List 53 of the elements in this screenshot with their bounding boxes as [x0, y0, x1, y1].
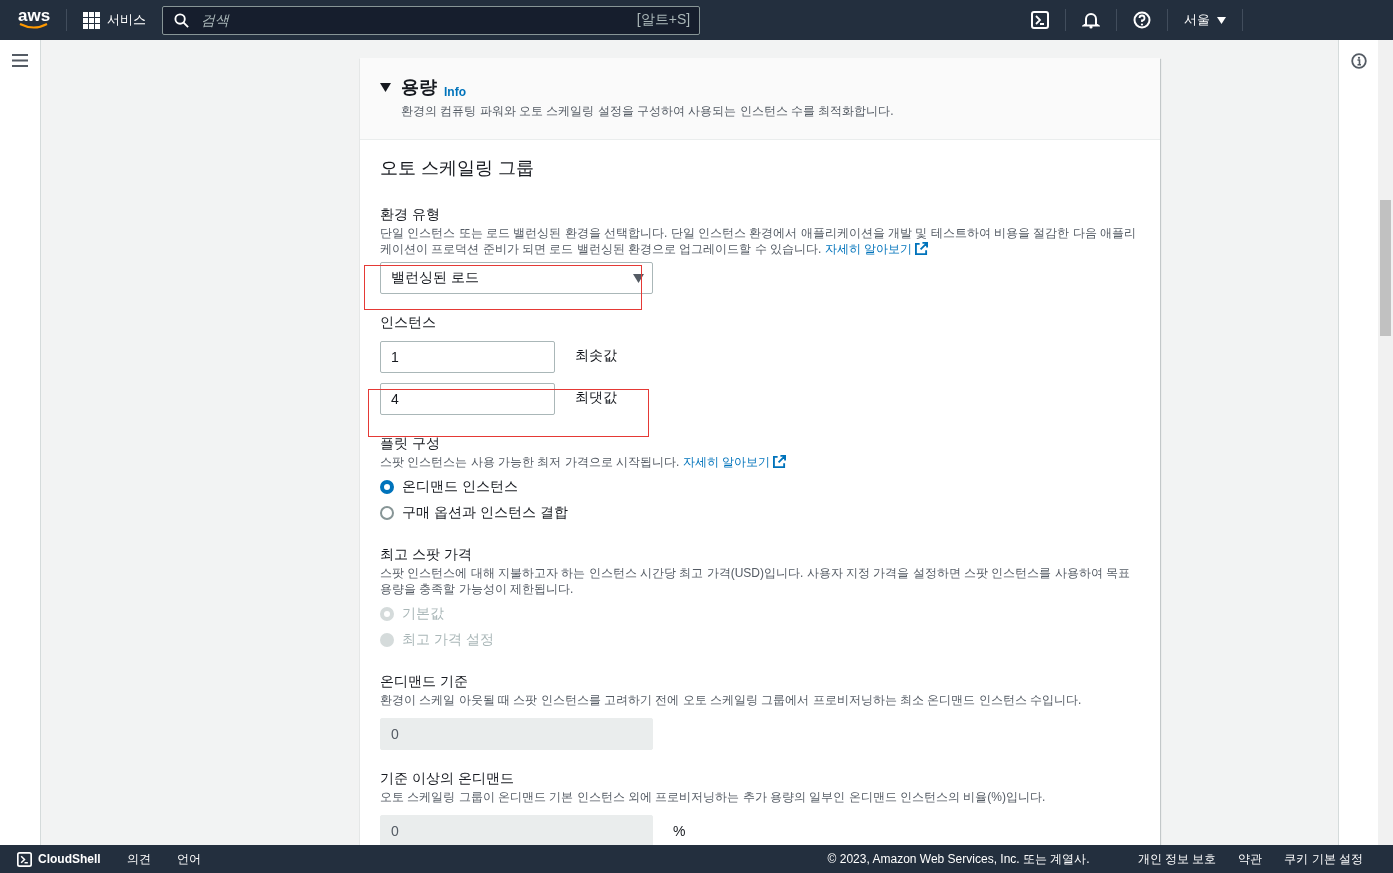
- shortcut-hint: [알트+S]: [636, 11, 691, 29]
- field-description: 스팟 인스턴스는 사용 가능한 최저 가격으로 시작됩니다. 자세히 알아보기: [380, 454, 1140, 470]
- field-label: 최고 스팟 가격: [380, 545, 473, 563]
- radio-circle[interactable]: [380, 506, 394, 520]
- terminal-icon[interactable]: [1031, 11, 1049, 29]
- region-selector[interactable]: 서울: [1184, 11, 1226, 29]
- grid-icon: [83, 11, 101, 29]
- external-link-icon: [773, 455, 787, 468]
- footer-link[interactable]: 약관: [1238, 850, 1263, 868]
- field-description: 환경이 스케일 아웃될 때 스팟 인스턴스를 고려하기 전에 오토 스케일링 그룹에서 프로비저닝하는 최소 온디맨드 인스턴스 수입니다.: [380, 692, 1083, 708]
- section-title: 용량: [401, 76, 437, 99]
- services-menu-button[interactable]: 서비스: [83, 11, 147, 29]
- environment-type-select[interactable]: 밸런싱된 로드: [380, 262, 653, 294]
- radio-option[interactable]: 온디맨드 인스턴스: [380, 474, 1140, 500]
- footer-link[interactable]: 의견: [126, 850, 151, 868]
- external-link-icon: [915, 242, 929, 255]
- field-label: 기준 이상의 온디맨드: [380, 769, 515, 787]
- instance-count-input[interactable]: 1: [380, 341, 555, 373]
- radio-option[interactable]: 구매 옵션과 인스턴스 결합: [380, 500, 1140, 526]
- aws-logo[interactable]: aws: [18, 7, 51, 29]
- radio-circle[interactable]: [380, 480, 394, 494]
- group-title: 오토 스케일링 그룹: [380, 157, 535, 180]
- input-suffix-label: 최댓값: [575, 388, 617, 407]
- copyright-text: © 2023, Amazon Web Services, Inc. 또는 계열사.: [827, 850, 1090, 868]
- footer-link[interactable]: 언어: [176, 850, 201, 868]
- section-description: 환경의 컴퓨팅 파워와 오토 스케일링 설정을 구성하여 사용되는 인스턴스 수를 최적화합니다.: [401, 103, 895, 120]
- input-suffix-label: 최솟값: [575, 346, 617, 365]
- expanded-caret-icon[interactable]: [380, 82, 391, 92]
- instance-count-input[interactable]: 4: [380, 383, 555, 415]
- caret-icon: [633, 273, 644, 283]
- footer-link[interactable]: 쿠키 기본 설정: [1284, 850, 1363, 868]
- field-description: 스팟 인스턴스에 대해 지불하고자 하는 인스턴스 시간당 최고 가격(USD)입니다. 사용자 지정 가격을 설정하면 스팟 인스턴스를 사용하여 목표 용량을 충족할 가능성이 제한됩니다.: [380, 565, 1131, 597]
- field-label: 환경 유형: [380, 205, 441, 223]
- search-input[interactable]: 검색: [199, 11, 627, 29]
- menu-icon[interactable]: [12, 54, 28, 67]
- cloudshell-button[interactable]: CloudShell: [17, 851, 101, 867]
- search-icon: [174, 12, 190, 28]
- info-icon[interactable]: [1350, 53, 1367, 69]
- caret-icon: [1217, 16, 1226, 24]
- bell-icon[interactable]: [1082, 11, 1100, 29]
- percent-suffix: %: [673, 822, 686, 839]
- learn-more-link[interactable]: 자세히 알아보기: [682, 455, 787, 469]
- search-field[interactable]: 검색 [알트+S]: [162, 5, 701, 35]
- field-label: 인스턴스: [380, 313, 437, 331]
- field-label: 플릿 구성: [380, 434, 441, 452]
- field-label: 온디맨드 기준: [380, 672, 469, 690]
- field-description: 단일 인스턴스 또는 로드 밸런싱된 환경을 선택합니다. 단일 인스턴스 환경에서 애플리케이션을 개발 및 테스트하여 비용을 절감한 다음 애플리케이션이 프로덕션 준비가 되면 로드 밸런싱된 환경으로 업그레이드할 수 있습니다. 자세히 알아보기: [380, 225, 1137, 257]
- info-link[interactable]: Info: [444, 85, 466, 99]
- terminal-icon: [17, 851, 32, 867]
- help-icon[interactable]: [1133, 11, 1151, 29]
- footer-link[interactable]: 개인 정보 보호: [1137, 850, 1217, 868]
- learn-more-link[interactable]: 자세히 알아보기: [824, 242, 929, 256]
- field-description: 오토 스케일링 그룹이 온디맨드 기본 인스턴스 외에 프로비저닝하는 추가 용량의 일부인 온디맨드 인스턴스의 비율(%)입니다.: [380, 789, 1047, 805]
